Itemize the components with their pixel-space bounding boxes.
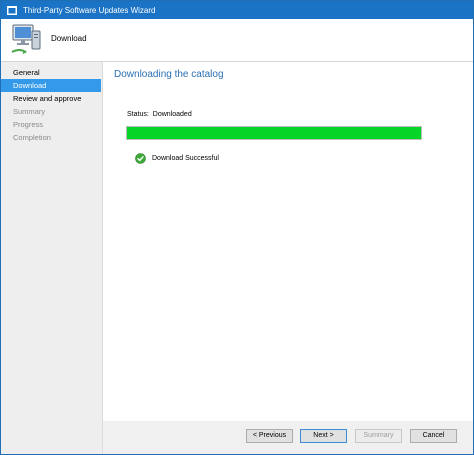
previous-button[interactable]: < Previous [246,429,293,443]
status-row: Status: Downloaded [127,111,192,118]
wizard-footer: < Previous Next > Summary Cancel [103,421,473,454]
result-row: Download Successful [135,153,219,164]
summary-button: Summary [355,429,402,443]
sidebar-item-summary: Summary [13,107,46,116]
wizard-window: Third-Party Software Updates Wizard Down… [0,0,474,455]
wizard-header: Download [1,19,473,62]
main-content: Downloading the catalog Status: Downloade… [103,62,473,421]
progress-fill [127,127,421,139]
section-title: Downloading the catalog [114,69,224,80]
sidebar-item-completion: Completion [13,133,51,142]
sidebar-item-progress: Progress [13,120,44,129]
window-title: Third-Party Software Updates Wizard [23,5,156,15]
download-progress-bar [126,126,422,140]
page-heading: Download [51,34,87,43]
computer-monitor-icon [9,22,43,56]
success-check-icon [135,153,146,164]
status-label: Status: [127,111,149,118]
status-value: Downloaded [152,111,192,118]
next-button[interactable]: Next > [300,429,347,443]
sidebar-item-general[interactable]: General [1,66,101,79]
sidebar-item-review-and-approve[interactable]: Review and approve [1,92,101,105]
sidebar-item-download[interactable]: Download [1,79,101,92]
result-text: Download Successful [152,155,219,162]
wizard-step-list: General Download Review and approve Summ… [1,62,103,454]
cancel-button[interactable]: Cancel [410,429,457,443]
app-window-icon [7,5,17,15]
title-bar[interactable]: Third-Party Software Updates Wizard [1,1,473,19]
